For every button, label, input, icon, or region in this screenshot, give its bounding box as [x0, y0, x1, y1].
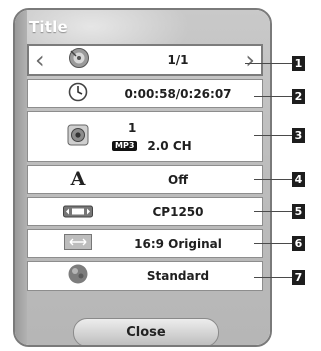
row-code-page[interactable]: CP1250: [27, 197, 263, 226]
callout-badge-3: 3: [292, 128, 305, 143]
callout-badge-7: 7: [292, 270, 305, 285]
callout-line-5: [254, 211, 292, 212]
mp3-badge: MP3: [112, 141, 138, 151]
callout-line-6: [254, 243, 292, 244]
row-subtitle[interactable]: A Off: [27, 165, 263, 194]
svg-text:A: A: [70, 168, 86, 188]
code-page-value: CP1250: [152, 204, 204, 219]
panel-sidebar-strip: [15, 10, 27, 345]
callout-line-1: [245, 63, 292, 64]
picture-mode-value: Standard: [146, 269, 210, 283]
row-aspect-ratio[interactable]: 16:9 Original: [27, 229, 263, 258]
abc-icon: [63, 202, 93, 221]
callout-line-4: [254, 179, 292, 180]
title-chapter-value: 1/1: [167, 53, 189, 67]
aspect-ratio-value: 16:9 Original: [134, 236, 222, 251]
info-menu-panel: Title ‹ 1/1 › 0:00:58/0:26:07 1 MP3 2.0 …: [13, 8, 272, 347]
chevron-left-icon[interactable]: ‹: [35, 48, 45, 72]
speaker-icon: [67, 124, 89, 150]
row-title-chapter[interactable]: ‹ 1/1 ›: [27, 44, 263, 76]
callout-line-7: [254, 277, 292, 278]
subtitle-value: Off: [168, 172, 188, 187]
audio-channels: 2.0 CH: [147, 139, 192, 153]
callout-badge-4: 4: [292, 172, 305, 187]
aspect-ratio-icon: [64, 233, 92, 254]
audio-track-number: 1: [128, 121, 137, 135]
callout-badge-2: 2: [292, 89, 305, 104]
callout-line-2: [254, 96, 292, 97]
clock-icon: [68, 82, 88, 106]
row-audio[interactable]: 1 MP3 2.0 CH: [27, 111, 263, 162]
time-value: 0:00:58/0:26:07: [124, 86, 232, 101]
subtitle-a-icon: A: [68, 168, 88, 192]
callout-badge-1: 1: [292, 56, 305, 71]
row-time[interactable]: 0:00:58/0:26:07: [27, 79, 263, 108]
chevron-right-icon[interactable]: ›: [245, 48, 255, 72]
disc-icon: [68, 47, 90, 73]
callout-line-3: [254, 135, 292, 136]
row-picture-mode[interactable]: Standard: [27, 261, 263, 291]
audio-format-line: MP3 2.0 CH: [112, 139, 192, 153]
callout-badge-6: 6: [292, 236, 305, 251]
close-button[interactable]: Close: [73, 318, 219, 345]
window-title: Title: [29, 18, 68, 36]
callout-badge-5: 5: [292, 204, 305, 219]
picture-mode-icon: [67, 263, 89, 289]
